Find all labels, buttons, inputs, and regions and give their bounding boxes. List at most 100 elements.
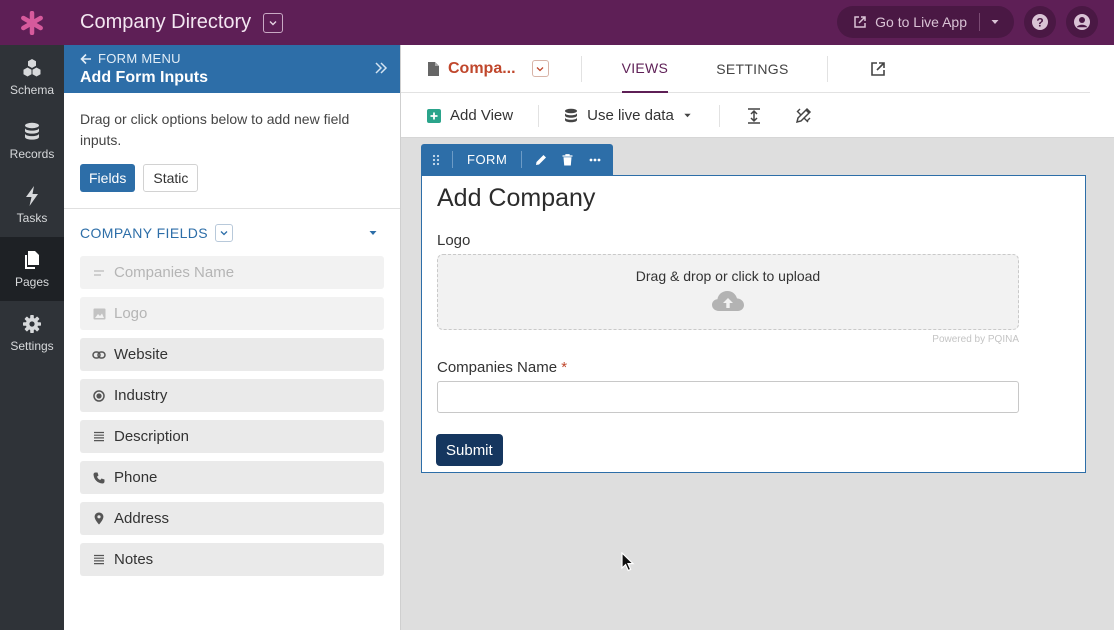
field-address[interactable]: Address: [80, 502, 384, 535]
field-notes[interactable]: Notes: [80, 543, 384, 576]
top-bar: Company Directory Go to Live App ?: [0, 0, 1114, 45]
submit-button[interactable]: Submit: [436, 434, 503, 466]
field-phone[interactable]: Phone: [80, 461, 384, 494]
panel-title: Add Form Inputs: [80, 69, 208, 86]
form-menu-breadcrumb[interactable]: FORM MENU: [80, 51, 384, 66]
form-view[interactable]: Add Company Logo Drag & drop or click to…: [421, 175, 1086, 473]
field-label: Companies Name: [114, 264, 235, 281]
app-logo[interactable]: [0, 0, 64, 45]
field-label: Logo: [114, 305, 148, 322]
page-header: Compa... VIEWS SETTINGS Add View Use liv…: [401, 45, 1114, 138]
go-to-live-app-label: Go to Live App: [875, 14, 967, 30]
panel-description: Drag or click options below to add new f…: [80, 111, 350, 148]
field-label: Website: [114, 346, 168, 363]
nav-label-schema: Schema: [9, 82, 55, 97]
field-list: Companies Name Logo Website Industry Des…: [64, 256, 400, 576]
required-asterisk: *: [561, 359, 568, 376]
nav-item-tasks[interactable]: Tasks: [0, 173, 64, 237]
nav-item-records[interactable]: Records: [0, 109, 64, 173]
chevron-down-icon: [269, 20, 277, 25]
app-title: Company Directory: [80, 11, 252, 33]
tab-views[interactable]: VIEWS: [621, 45, 669, 93]
help-icon: ?: [1032, 14, 1048, 30]
mouse-cursor-icon: [621, 552, 635, 572]
breadcrumb-label: FORM MENU: [98, 51, 181, 66]
use-live-data-label: Use live data: [587, 107, 674, 124]
nav-label-tasks: Tasks: [16, 210, 48, 225]
nav-label-pages: Pages: [14, 274, 50, 289]
vertical-spacing-icon[interactable]: [747, 107, 761, 124]
trash-icon[interactable]: [562, 153, 573, 166]
radio-icon: [93, 389, 105, 402]
paragraph-icon: [94, 431, 104, 442]
more-horizontal-icon[interactable]: [589, 158, 601, 162]
pencil-icon[interactable]: [535, 154, 547, 166]
field-label: Description: [114, 428, 190, 445]
nav-item-schema[interactable]: Schema: [0, 45, 64, 109]
chevron-down-icon: [220, 230, 228, 235]
bolt-icon: [26, 185, 38, 206]
caret-down-icon[interactable]: [990, 17, 1000, 27]
external-link-icon: [854, 16, 866, 28]
company-fields-section-header: COMPANY FIELDS: [64, 209, 400, 256]
page-name-label: Compa...: [448, 59, 516, 77]
drag-handle-icon[interactable]: [432, 154, 440, 166]
form-tag-label: FORM: [467, 152, 508, 167]
nav-label-settings: Settings: [10, 338, 54, 353]
field-website[interactable]: Website: [80, 338, 384, 371]
page-canvas: FORM Add Company Logo Drag & drop or cli…: [401, 138, 1114, 630]
field-label: Address: [114, 510, 170, 527]
asterisk-logo-icon: [21, 10, 43, 35]
companies-name-label: Companies Name *: [437, 359, 567, 376]
cloud-upload-icon: [712, 291, 744, 311]
page-menu-dropdown[interactable]: [531, 60, 549, 77]
field-description[interactable]: Description: [80, 420, 384, 453]
app-menu-dropdown[interactable]: [263, 12, 284, 33]
caret-down-icon: [684, 113, 691, 118]
chevron-down-icon: [536, 66, 544, 71]
arrow-left-icon: [80, 53, 91, 64]
caret-down-icon[interactable]: [368, 228, 378, 238]
section-options-dropdown[interactable]: [215, 223, 233, 242]
form-title: Add Company: [437, 184, 596, 212]
field-label: Phone: [114, 469, 158, 486]
field-logo: Logo: [80, 297, 384, 330]
logo-label: Logo: [437, 232, 471, 249]
plus-square-icon: [427, 108, 441, 123]
schema-icon: [23, 58, 41, 76]
add-view-button[interactable]: Add View: [427, 107, 513, 124]
tab-settings[interactable]: SETTINGS: [716, 45, 788, 93]
nav-item-settings[interactable]: Settings: [0, 301, 64, 365]
tab-static[interactable]: Static: [143, 164, 199, 192]
account-button[interactable]: [1066, 6, 1098, 38]
view-toolbar: Add View Use live data: [401, 93, 1114, 138]
help-button[interactable]: ?: [1024, 6, 1056, 38]
page-name[interactable]: Compa...: [427, 60, 516, 78]
pages-icon: [25, 250, 39, 269]
form-view-toolbar: FORM: [421, 144, 613, 175]
divider: [718, 104, 720, 127]
text-lines-icon: [94, 269, 104, 276]
use-live-data-dropdown[interactable]: Use live data: [564, 107, 692, 124]
field-industry[interactable]: Industry: [80, 379, 384, 412]
tab-fields[interactable]: Fields: [80, 164, 136, 192]
double-chevron-right-icon[interactable]: [374, 61, 388, 75]
svg-text:?: ?: [1036, 16, 1043, 30]
nav-label-records: Records: [9, 146, 55, 161]
logo-upload-dropzone[interactable]: Drag & drop or click to upload: [437, 254, 1019, 330]
field-companies-name: Companies Name: [80, 256, 384, 289]
powered-by-text: Powered by PQINA: [932, 334, 1019, 345]
user-icon: [1074, 14, 1090, 30]
nav-item-pages[interactable]: Pages: [0, 237, 64, 301]
divider: [580, 55, 582, 82]
database-icon: [25, 122, 39, 140]
design-tools-icon[interactable]: [795, 107, 813, 124]
field-label: Notes: [114, 551, 154, 568]
go-to-live-app-button[interactable]: Go to Live App: [837, 6, 1014, 38]
divider: [538, 104, 540, 127]
section-title: COMPANY FIELDS: [80, 224, 208, 241]
add-view-label: Add View: [450, 107, 514, 124]
panel-header: FORM MENU Add Form Inputs: [64, 45, 400, 93]
external-link-icon[interactable]: [870, 61, 886, 77]
companies-name-input[interactable]: [437, 381, 1019, 413]
